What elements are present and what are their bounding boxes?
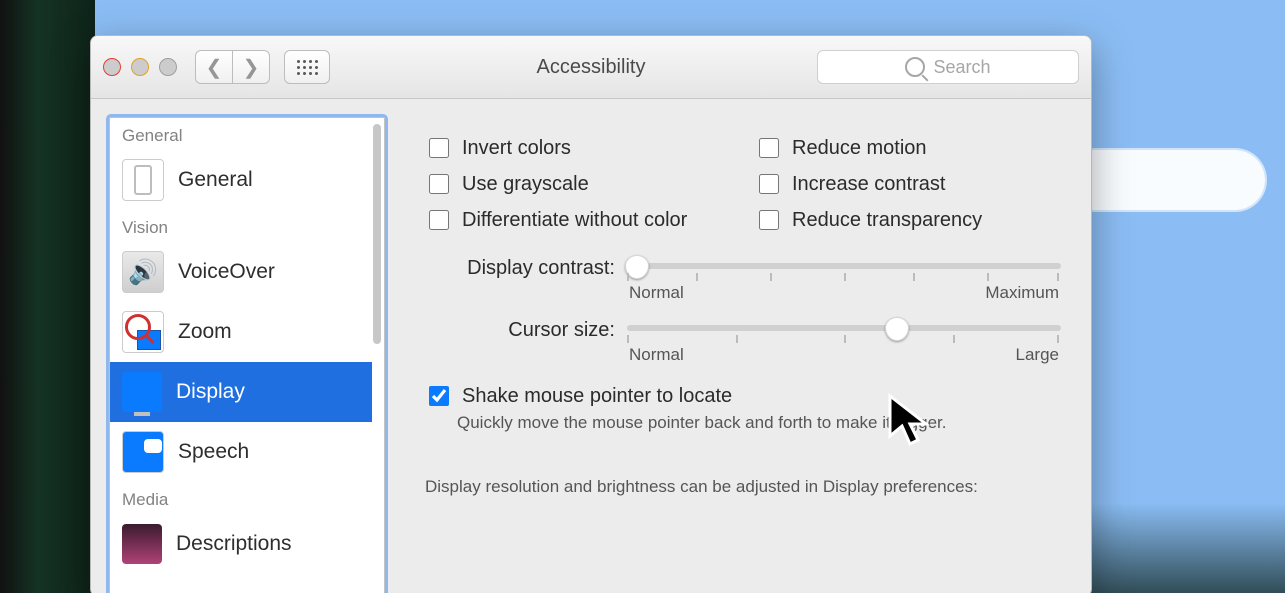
checkbox-label: Reduce motion [792, 137, 927, 160]
sidebar-item-label: Zoom [178, 320, 232, 344]
sidebar-item-label: Descriptions [176, 532, 292, 556]
shake-mouse-checkbox[interactable]: Shake mouse pointer to locate [425, 383, 1061, 409]
slider-min-label: Normal [629, 283, 684, 303]
speech-icon [122, 431, 164, 473]
sidebar-item-general[interactable]: General [110, 150, 372, 210]
desktop-background [1065, 150, 1265, 210]
shake-mouse-description: Quickly move the mouse pointer back and … [457, 413, 1061, 433]
zoom-icon [122, 311, 164, 353]
sidebar-section-header: Media [110, 482, 372, 514]
checkbox-input[interactable] [429, 386, 449, 406]
voiceover-icon: 🔊 [122, 251, 164, 293]
display-icon [122, 372, 162, 412]
checkbox-label: Reduce transparency [792, 209, 982, 232]
checkbox-input[interactable] [759, 174, 779, 194]
checkbox-label: Increase contrast [792, 173, 945, 196]
sidebar-item-label: General [178, 168, 253, 192]
checkbox-label: Shake mouse pointer to locate [462, 385, 732, 408]
search-placeholder: Search [933, 57, 990, 78]
use-grayscale-checkbox[interactable]: Use grayscale [425, 171, 731, 197]
checkbox-label: Differentiate without color [462, 209, 687, 232]
display-prefs-note: Display resolution and brightness can be… [425, 477, 1061, 497]
display-contrast-slider[interactable] [627, 263, 1061, 269]
sidebar-scrollbar[interactable] [373, 124, 381, 344]
nav-back-forward: ❮ ❯ [195, 50, 270, 84]
sidebar-item-speech[interactable]: Speech [110, 422, 372, 482]
desktop-background [1085, 503, 1285, 593]
search-icon [905, 57, 925, 77]
sidebar-item-descriptions[interactable]: Descriptions [110, 514, 372, 574]
show-all-prefs-button[interactable] [284, 50, 330, 84]
slider-min-label: Normal [629, 345, 684, 365]
sidebar-section-header: Vision [110, 210, 372, 242]
checkbox-label: Invert colors [462, 137, 571, 160]
checkbox-input[interactable] [429, 210, 449, 230]
window-traffic-lights [103, 58, 177, 76]
checkbox-input[interactable] [759, 138, 779, 158]
desktop-background [0, 0, 95, 593]
sidebar-item-label: VoiceOver [178, 260, 275, 284]
slider-thumb[interactable] [885, 317, 909, 341]
checkbox-label: Use grayscale [462, 173, 589, 196]
sidebar-section-header: General [110, 118, 372, 150]
sidebar-item-zoom[interactable]: Zoom [110, 302, 372, 362]
slider-max-label: Large [1016, 345, 1059, 365]
cursor-size-label: Cursor size: [425, 319, 627, 342]
zoom-button[interactable] [159, 58, 177, 76]
reduce-transparency-checkbox[interactable]: Reduce transparency [755, 207, 1061, 233]
sidebar-item-label: Display [176, 380, 245, 404]
checkbox-input[interactable] [759, 210, 779, 230]
back-button[interactable]: ❮ [195, 50, 232, 84]
display-pane: Invert colors Reduce motion Use grayscal… [391, 99, 1091, 593]
close-button[interactable] [103, 58, 121, 76]
display-contrast-label: Display contrast: [425, 257, 627, 280]
invert-colors-checkbox[interactable]: Invert colors [425, 135, 731, 161]
forward-button[interactable]: ❯ [232, 50, 270, 84]
search-field[interactable]: Search [817, 50, 1079, 84]
checkbox-input[interactable] [429, 138, 449, 158]
increase-contrast-checkbox[interactable]: Increase contrast [755, 171, 1061, 197]
general-icon [122, 159, 164, 201]
cursor-size-slider[interactable] [627, 325, 1061, 331]
slider-max-label: Maximum [985, 283, 1059, 303]
descriptions-icon [122, 524, 162, 564]
differentiate-without-color-checkbox[interactable]: Differentiate without color [425, 207, 731, 233]
sidebar-item-display[interactable]: Display [110, 362, 372, 422]
checkbox-input[interactable] [429, 174, 449, 194]
category-sidebar: General General Vision 🔊 VoiceOver Zoom [109, 117, 385, 593]
sidebar-item-voiceover[interactable]: 🔊 VoiceOver [110, 242, 372, 302]
reduce-motion-checkbox[interactable]: Reduce motion [755, 135, 1061, 161]
window-titlebar: ❮ ❯ Accessibility Search [91, 36, 1091, 99]
sidebar-item-label: Speech [178, 440, 249, 464]
minimize-button[interactable] [131, 58, 149, 76]
accessibility-preferences-window: ❮ ❯ Accessibility Search General General [90, 35, 1092, 593]
